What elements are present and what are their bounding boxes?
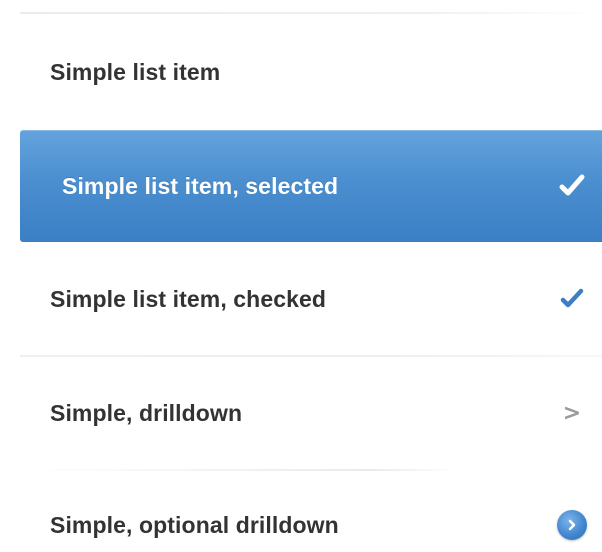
list-item-label: Simple list item — [50, 58, 221, 85]
chevron-right-icon: > — [542, 356, 602, 470]
list-item-label: Simple list item, checked — [50, 285, 327, 312]
list-item-optional-drilldown[interactable]: Simple, optional drilldown — [20, 470, 602, 552]
list-item-checked[interactable]: Simple list item, checked — [20, 242, 602, 356]
list-view: Simple list item Simple list item, selec… — [0, 0, 602, 552]
list-item-label: Simple, drilldown — [50, 399, 243, 426]
checkmark-icon — [542, 242, 602, 356]
list-item-selected[interactable]: Simple list item, selected — [20, 130, 602, 242]
chevron-right-glyph: > — [562, 400, 582, 426]
list-item-drilldown[interactable]: Simple, drilldown > — [20, 356, 602, 470]
detail-disclosure-button[interactable] — [542, 504, 602, 540]
list-item-simple[interactable]: Simple list item — [20, 14, 602, 130]
list-item-label: Simple list item, selected — [62, 172, 339, 199]
list-item-label: Simple, optional drilldown — [50, 512, 339, 538]
detail-disclosure-icon — [557, 510, 587, 540]
checkmark-icon — [542, 130, 602, 242]
